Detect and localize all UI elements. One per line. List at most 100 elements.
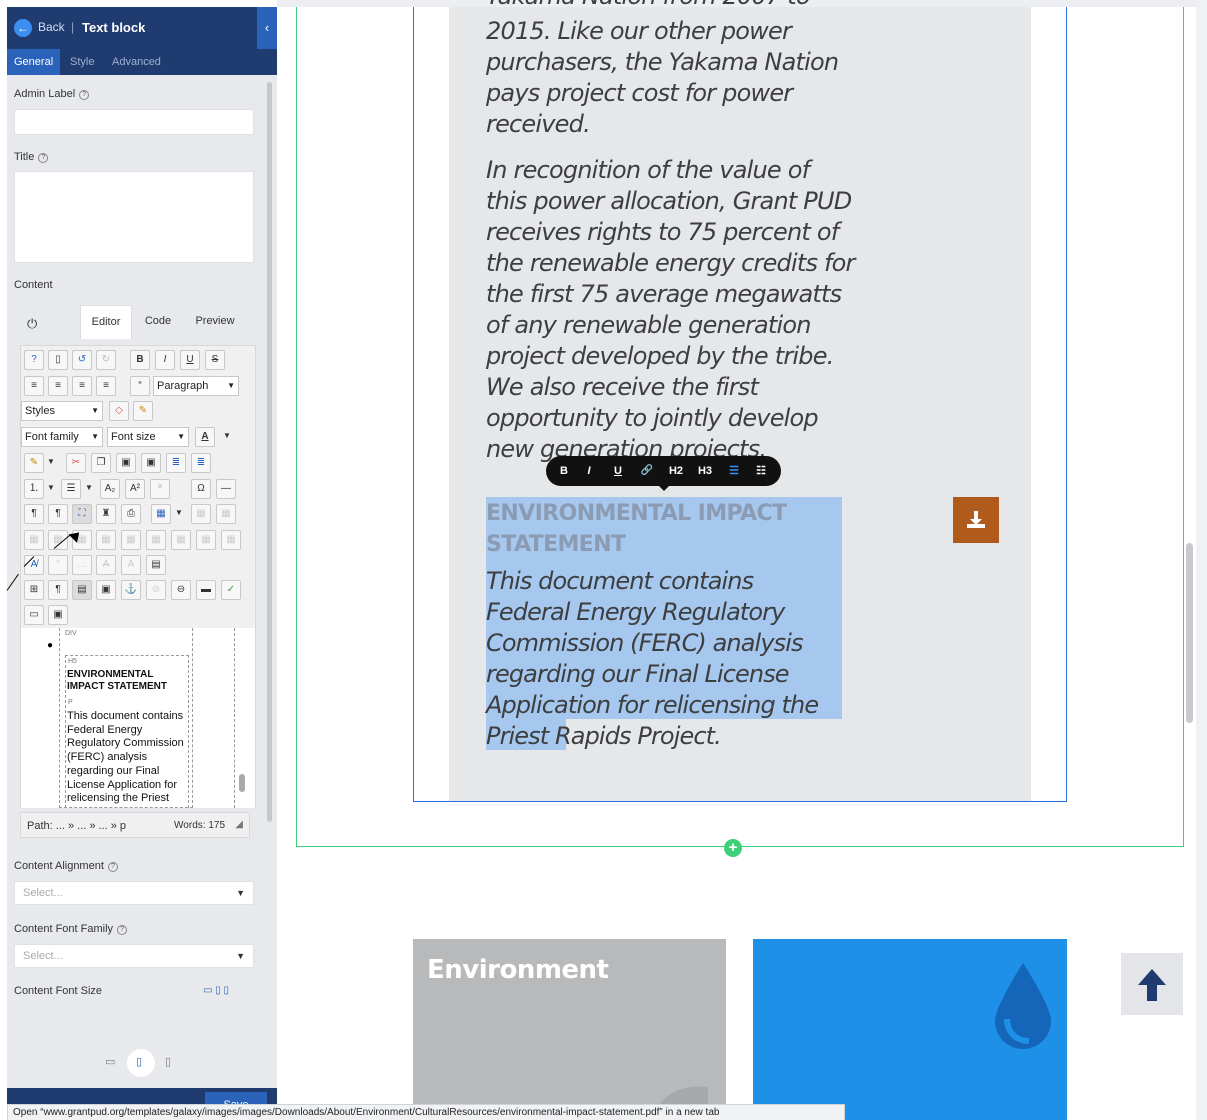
special-char-icon[interactable]: Ω bbox=[191, 479, 211, 499]
desktop-icon[interactable]: ▭ bbox=[105, 1055, 115, 1068]
cut-icon[interactable]: ✂ bbox=[66, 453, 86, 473]
panel-scrollbar[interactable] bbox=[267, 82, 272, 822]
tab-style[interactable]: Style bbox=[63, 49, 101, 75]
spellcheck-abc-icon[interactable]: ✓ bbox=[221, 580, 241, 600]
paragraph-select[interactable]: Paragraph ▼ bbox=[153, 376, 239, 396]
page-break-icon[interactable]: ▭ bbox=[24, 605, 44, 625]
back-to-top-arrow-icon[interactable] bbox=[1121, 953, 1183, 1015]
row-after-icon[interactable]: ▦ bbox=[48, 530, 68, 550]
text-color-icon[interactable]: A bbox=[195, 427, 215, 447]
collapse-chevron-icon[interactable]: ‹ bbox=[257, 7, 277, 49]
help-icon[interactable]: ? bbox=[107, 862, 118, 872]
merge-cells-icon[interactable]: ▦ bbox=[196, 530, 216, 550]
doc-scrollbar[interactable] bbox=[239, 774, 245, 792]
italic-icon[interactable]: I bbox=[155, 350, 175, 370]
new-document-icon[interactable]: ▯ bbox=[48, 350, 68, 370]
font-size-select[interactable]: Font size ▼ bbox=[107, 427, 189, 447]
rtl-icon[interactable]: ¶ bbox=[48, 504, 68, 524]
indent-icon[interactable]: ≣ bbox=[166, 453, 186, 473]
help-icon[interactable]: ? bbox=[117, 925, 128, 935]
eraser-icon[interactable]: ◇ bbox=[109, 401, 129, 421]
paste-text-icon[interactable]: ▣ bbox=[141, 453, 161, 473]
tab-preview[interactable]: Preview bbox=[189, 305, 241, 339]
italic-button[interactable]: I bbox=[578, 456, 600, 486]
col-before-icon[interactable]: ▦ bbox=[96, 530, 116, 550]
row-before-icon[interactable]: ▦ bbox=[24, 530, 44, 550]
content-font-family-select[interactable]: Select... ▼ bbox=[14, 944, 254, 968]
highlight-dropdown-icon[interactable]: ▼ bbox=[41, 453, 61, 473]
horizontal-rule-icon[interactable]: — bbox=[216, 479, 236, 499]
paragraph-2[interactable]: In recognition of the value of this powe… bbox=[486, 155, 856, 465]
link-icon[interactable]: 🔗 bbox=[636, 456, 658, 486]
table-icon[interactable]: ▦ bbox=[151, 504, 171, 524]
brush-icon[interactable]: ✎ bbox=[133, 401, 153, 421]
attributes-icon[interactable]: ▤ bbox=[146, 555, 166, 575]
download-icon[interactable] bbox=[953, 497, 999, 543]
section-heading[interactable]: ENVIRONMENTAL IMPACT STATEMENT bbox=[486, 498, 842, 560]
copy-icon[interactable]: ❐ bbox=[91, 453, 111, 473]
show-blocks-icon[interactable]: ¶ bbox=[48, 580, 68, 600]
table-props-icon[interactable]: ▦ bbox=[216, 504, 236, 524]
bold-icon[interactable]: B bbox=[130, 350, 150, 370]
delete-col-icon[interactable]: ▦ bbox=[146, 530, 166, 550]
outdent-icon[interactable]: ≣ bbox=[191, 453, 211, 473]
help-icon[interactable]: ? bbox=[79, 90, 90, 100]
superscript-icon[interactable]: A² bbox=[125, 479, 145, 499]
strikethrough-icon[interactable]: S bbox=[205, 350, 225, 370]
visual-aid-icon[interactable]: ⊞ bbox=[24, 580, 44, 600]
tablet-icon[interactable]: ▯ bbox=[136, 1055, 142, 1068]
tab-advanced[interactable]: Advanced bbox=[105, 49, 168, 75]
mobile-icon[interactable]: ▯ bbox=[165, 1055, 171, 1068]
water-card[interactable] bbox=[753, 939, 1067, 1120]
add-row-plus-icon[interactable]: + bbox=[724, 839, 742, 857]
environment-card[interactable]: Environment bbox=[413, 939, 726, 1120]
align-right-icon[interactable]: ≡ bbox=[72, 376, 92, 396]
paragraph-1[interactable]: 2015. Like our other power purchasers, t… bbox=[486, 16, 856, 140]
h3-button[interactable]: H3 bbox=[694, 456, 716, 486]
align-center-icon[interactable]: ≡ bbox=[48, 376, 68, 396]
del-icon[interactable]: A bbox=[96, 555, 116, 575]
h2-button[interactable]: H2 bbox=[665, 456, 687, 486]
print-icon[interactable]: ⎙ bbox=[121, 504, 141, 524]
numbered-list-icon[interactable]: ☷ bbox=[750, 456, 772, 486]
redo-icon[interactable]: ↻ bbox=[96, 350, 116, 370]
justify-icon[interactable]: ≡ bbox=[96, 376, 116, 396]
bold-button[interactable]: B bbox=[553, 456, 575, 486]
device-toggle-icons[interactable]: ▭ ▯ ▯ bbox=[203, 985, 229, 996]
delete-table-icon[interactable]: ▦ bbox=[191, 504, 211, 524]
remove-format-icon[interactable]: A̸ bbox=[24, 555, 44, 575]
abbr-icon[interactable]: … bbox=[72, 555, 92, 575]
fullscreen-icon[interactable]: ⛶ bbox=[72, 504, 92, 524]
help-circle-icon[interactable]: ? bbox=[24, 350, 44, 370]
split-cells-icon[interactable]: ▦ bbox=[171, 530, 191, 550]
ltr-icon[interactable]: ¶ bbox=[24, 504, 44, 524]
power-icon[interactable]: ⏻ bbox=[27, 316, 37, 332]
anchor-icon[interactable]: ⚓ bbox=[121, 580, 141, 600]
bullet-list-dropdown-icon[interactable]: ▼ bbox=[79, 479, 99, 499]
cite-icon[interactable]: “ bbox=[48, 555, 68, 575]
tab-code[interactable]: Code bbox=[135, 305, 181, 339]
template-icon[interactable]: ▣ bbox=[96, 580, 116, 600]
admin-label-input[interactable] bbox=[14, 109, 254, 135]
title-textarea[interactable] bbox=[14, 171, 254, 263]
paste-icon[interactable]: ▣ bbox=[116, 453, 136, 473]
blockquote-icon[interactable]: “ bbox=[130, 376, 150, 396]
col-after-icon[interactable]: ▦ bbox=[121, 530, 141, 550]
bulleted-list-icon[interactable]: ☰ bbox=[723, 456, 745, 486]
text-color-dropdown-icon[interactable]: ▼ bbox=[217, 427, 237, 447]
bullet-list-icon[interactable]: ☰ bbox=[61, 479, 81, 499]
align-left-icon[interactable]: ≡ bbox=[24, 376, 44, 396]
link-icon[interactable]: ⊖ bbox=[171, 580, 191, 600]
unlink-icon[interactable]: ⊘ bbox=[146, 580, 166, 600]
content-alignment-select[interactable]: Select... ▼ bbox=[14, 881, 254, 905]
underline-button[interactable]: U bbox=[607, 456, 629, 486]
editor-document[interactable]: DIV ● H5 ENVIRONMENTAL IMPACT STATEMENT … bbox=[20, 628, 256, 808]
tab-general[interactable]: General bbox=[7, 49, 61, 75]
font-family-select[interactable]: Font family ▼ bbox=[21, 427, 103, 447]
undo-icon[interactable]: ↺ bbox=[72, 350, 92, 370]
back-arrow-icon[interactable]: ← bbox=[14, 19, 32, 37]
image-icon[interactable]: ▬ bbox=[196, 580, 216, 600]
media-icon[interactable]: ▣ bbox=[48, 605, 68, 625]
back-button[interactable]: Back bbox=[38, 20, 65, 34]
subscript-icon[interactable]: A₂ bbox=[100, 479, 120, 499]
